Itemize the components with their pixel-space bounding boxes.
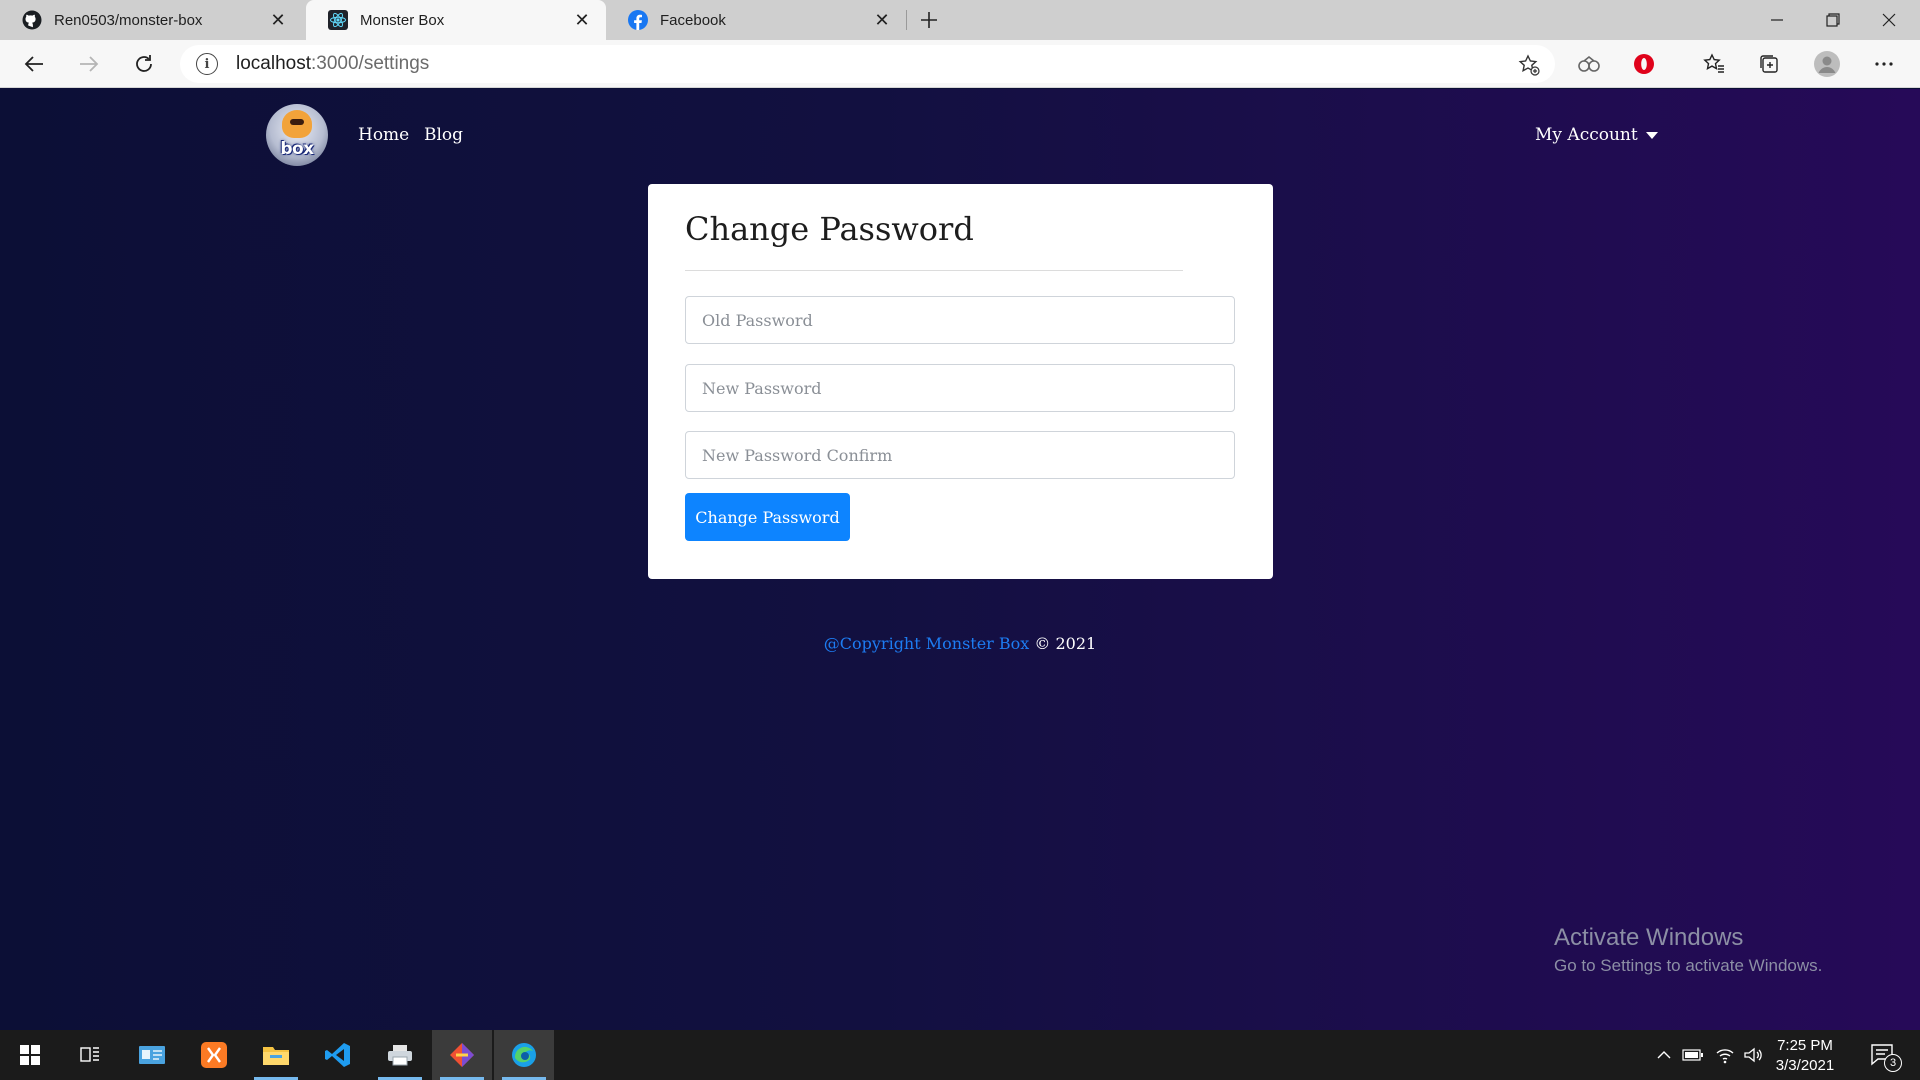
collections-icon[interactable] (1755, 50, 1783, 78)
address-bar[interactable]: i localhost:3000/settings (180, 45, 1555, 83)
footer: @Copyright Monster Box © 2021 (0, 634, 1920, 653)
notification-center-icon[interactable]: 3 (1862, 1030, 1902, 1080)
minimize-button[interactable] (1750, 0, 1804, 40)
site-info-icon[interactable]: i (196, 53, 218, 75)
tab-monster-box[interactable]: Monster Box ✕ (306, 0, 606, 40)
my-account-dropdown[interactable]: My Account (1535, 125, 1658, 145)
close-icon[interactable]: ✕ (570, 8, 594, 32)
wifi-icon[interactable] (1712, 1030, 1738, 1080)
show-hidden-icons-icon[interactable] (1652, 1030, 1676, 1080)
page-title: Change Password (685, 210, 974, 248)
react-icon (328, 10, 348, 30)
browser-toolbar: i localhost:3000/settings (0, 40, 1920, 88)
new-tab-button[interactable] (915, 6, 943, 34)
tab-facebook[interactable]: Facebook ✕ (606, 0, 906, 40)
battery-icon[interactable] (1680, 1030, 1706, 1080)
logo-text: box (280, 139, 314, 159)
facebook-icon (628, 10, 648, 30)
old-password-input[interactable] (685, 296, 1235, 344)
confirm-password-input[interactable] (685, 431, 1235, 479)
favorites-icon[interactable] (1700, 50, 1728, 78)
clock-time: 7:25 PM (1777, 1037, 1833, 1054)
notification-count: 3 (1884, 1054, 1902, 1072)
watermark-title: Activate Windows (1554, 924, 1744, 951)
clock-date: 3/3/2021 (1775, 1057, 1835, 1074)
tab-title: Monster Box (360, 11, 445, 29)
tab-github[interactable]: Ren0503/monster-box ✕ (0, 0, 302, 40)
add-favorite-icon[interactable] (1517, 53, 1541, 77)
caret-down-icon (1645, 131, 1658, 139)
close-icon[interactable]: ✕ (266, 8, 290, 32)
contacts-app-icon[interactable] (122, 1030, 182, 1080)
my-account-label: My Account (1535, 125, 1638, 145)
site-logo[interactable]: box (266, 104, 328, 166)
taskbar: 7:25 PM 3/3/2021 3 (0, 1030, 1920, 1080)
nav-blog-link[interactable]: Blog (424, 125, 463, 145)
refresh-button[interactable] (128, 48, 160, 80)
git-gui-icon[interactable] (432, 1030, 492, 1080)
back-button[interactable] (18, 48, 50, 80)
xampp-icon[interactable] (184, 1030, 244, 1080)
start-button[interactable] (0, 1030, 60, 1080)
close-icon[interactable]: ✕ (870, 8, 894, 32)
activate-windows-watermark: Activate Windows Go to Settings to activ… (1554, 924, 1822, 976)
forward-button[interactable] (73, 48, 105, 80)
tab-divider (906, 10, 907, 30)
page-content: box Home Blog My Account Change Password… (0, 89, 1920, 1030)
edge-browser-icon[interactable] (494, 1030, 554, 1080)
vscode-icon[interactable] (308, 1030, 368, 1080)
tab-title: Ren0503/monster-box (54, 11, 203, 29)
more-menu-icon[interactable] (1870, 50, 1898, 78)
new-password-input[interactable] (685, 364, 1235, 412)
browser-tab-strip: Ren0503/monster-box ✕ Monster Box ✕ Face… (0, 0, 1920, 40)
close-window-button[interactable] (1862, 0, 1916, 40)
tab-title: Facebook (660, 11, 726, 29)
profile-icon[interactable] (1813, 50, 1841, 78)
divider (685, 270, 1183, 271)
opera-extension-icon[interactable] (1630, 50, 1658, 78)
footer-copyright-link[interactable]: @Copyright Monster Box (824, 634, 1030, 653)
monster-icon (282, 110, 312, 138)
file-explorer-icon[interactable] (246, 1030, 306, 1080)
change-password-card: Change Password Change Password (648, 184, 1273, 579)
github-icon (22, 10, 42, 30)
printer-app-icon[interactable] (370, 1030, 430, 1080)
extension-icon[interactable] (1575, 50, 1603, 78)
restore-button[interactable] (1806, 0, 1860, 40)
task-view-icon[interactable] (60, 1030, 120, 1080)
change-password-button[interactable]: Change Password (685, 493, 850, 541)
watermark-subtitle: Go to Settings to activate Windows. (1554, 956, 1823, 975)
nav-home-link[interactable]: Home (358, 125, 409, 145)
footer-year: © 2021 (1029, 634, 1097, 653)
url-text: localhost:3000/settings (236, 53, 430, 74)
system-clock[interactable]: 7:25 PM 3/3/2021 (1755, 1036, 1855, 1076)
